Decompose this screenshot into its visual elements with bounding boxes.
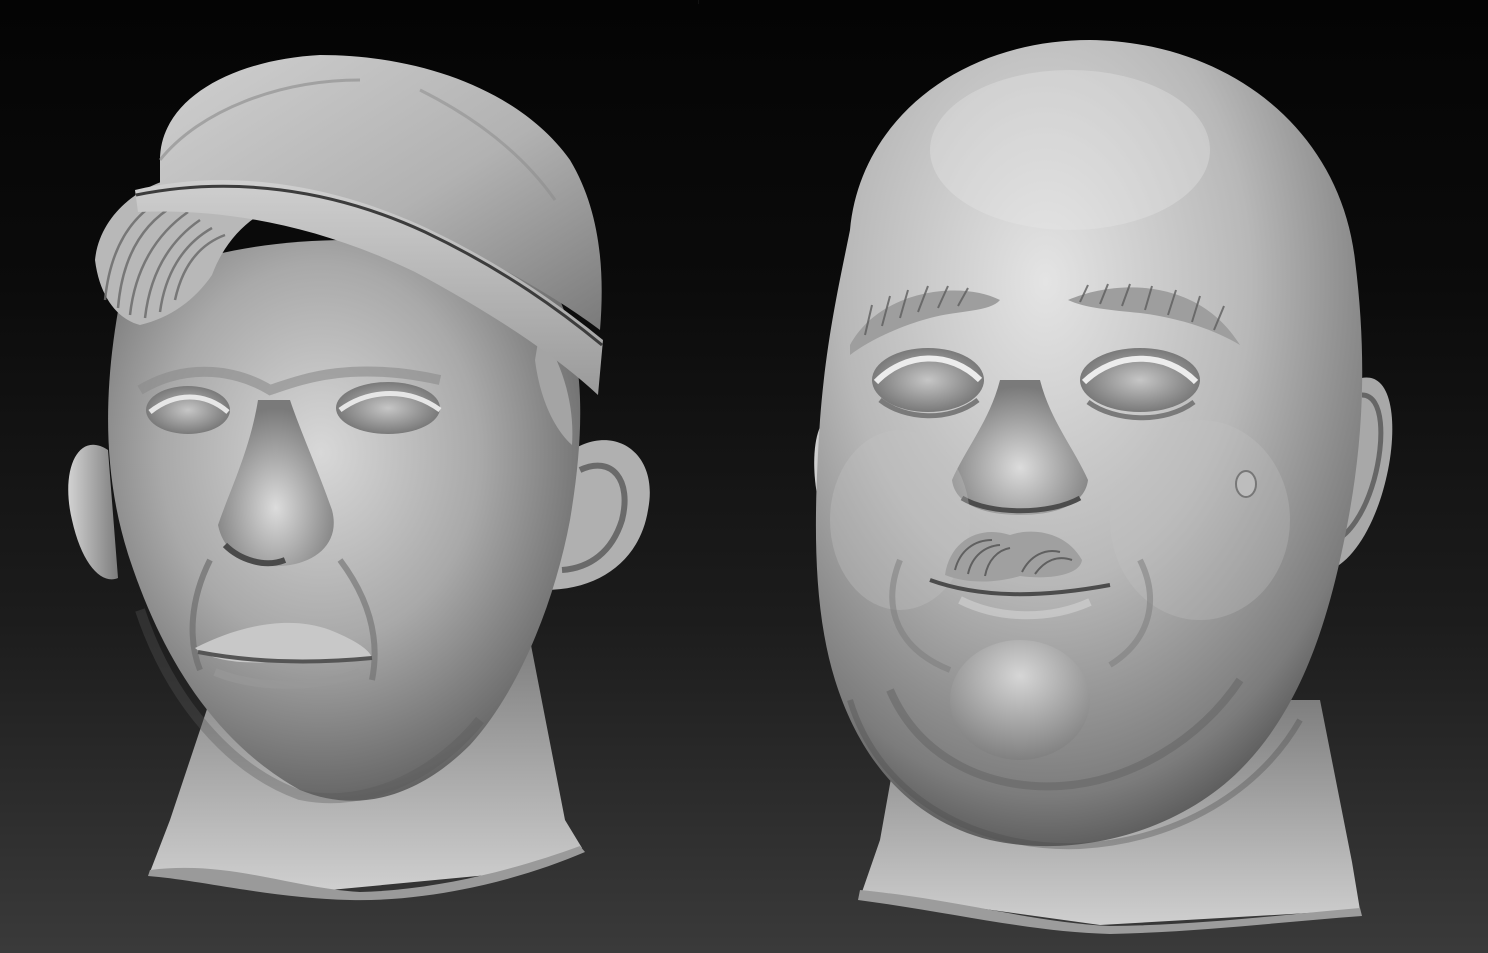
render-canvas (68, 40, 1393, 934)
right-head-chin (950, 640, 1090, 760)
left-head-model (68, 55, 650, 901)
right-head-mole (1235, 470, 1257, 498)
left-head-eye-right (336, 382, 440, 434)
sculpt-viewport-scene (0, 0, 1488, 953)
left-head-eye-left (146, 386, 230, 434)
right-head-model (814, 40, 1393, 934)
